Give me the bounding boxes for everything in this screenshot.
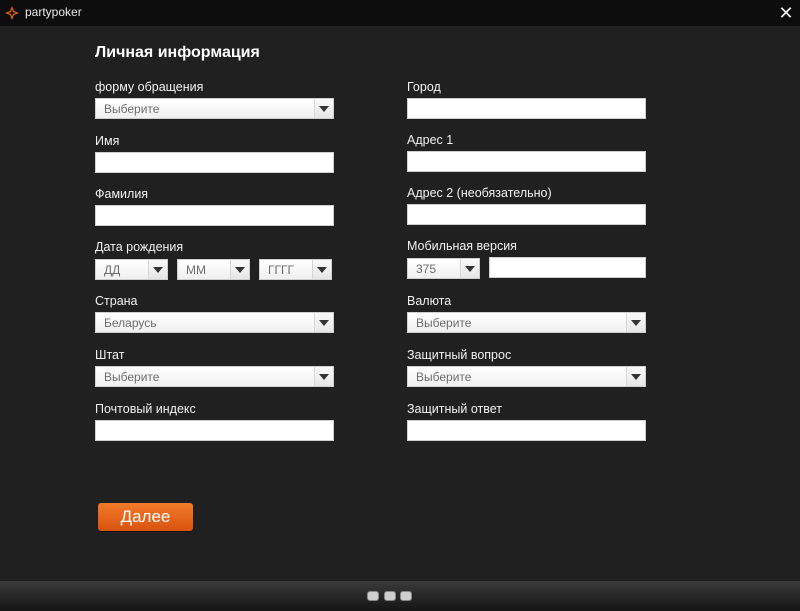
postal-code-label: Почтовый индекс [95, 402, 196, 416]
address1-field[interactable] [407, 151, 646, 172]
salutation-label: форму обращения [95, 80, 204, 94]
page-indicator-2[interactable] [384, 591, 396, 601]
address1-label: Адрес 1 [407, 133, 454, 147]
birth-date-label: Дата рождения [95, 240, 184, 254]
state-value: Выберите [104, 370, 160, 384]
address2-label: Адрес 2 (необязательно) [407, 186, 552, 200]
country-value: Беларусь [104, 316, 157, 330]
country-select[interactable]: Беларусь [95, 312, 334, 333]
security-answer-label: Защитный ответ [407, 402, 503, 416]
chevron-down-icon [148, 260, 167, 279]
birth-day-value: ДД [104, 263, 121, 277]
state-select[interactable]: Выберите [95, 366, 334, 387]
security-question-select[interactable]: Выберите [407, 366, 646, 387]
chevron-down-icon [626, 367, 645, 386]
country-label: Страна [95, 294, 138, 308]
security-question-value: Выберите [416, 370, 472, 384]
currency-select[interactable]: Выберите [407, 312, 646, 333]
birth-month-value: ММ [186, 263, 206, 277]
currency-label: Валюта [407, 294, 452, 308]
birth-month-select[interactable]: ММ [177, 259, 250, 280]
city-label: Город [407, 80, 441, 94]
title-bar: partypoker ✕ [0, 0, 800, 26]
chevron-down-icon [230, 260, 249, 279]
close-icon[interactable]: ✕ [776, 3, 796, 23]
security-answer-field[interactable] [407, 420, 646, 441]
page-indicator-1[interactable] [367, 591, 379, 601]
first-name-label: Имя [95, 134, 120, 148]
page-title: Личная информация [95, 44, 260, 61]
birth-day-select[interactable]: ДД [95, 259, 168, 280]
security-question-label: Защитный вопрос [407, 348, 512, 362]
chevron-down-icon [314, 99, 333, 118]
mobile-code-select[interactable]: 375 [407, 258, 480, 279]
mobile-code-value: 375 [416, 262, 437, 276]
mobile-number-field[interactable] [489, 257, 646, 278]
footer-bar [0, 581, 800, 611]
chevron-down-icon [314, 367, 333, 386]
next-button[interactable]: Далее [98, 503, 193, 531]
address2-field[interactable] [407, 204, 646, 225]
postal-code-field[interactable] [95, 420, 334, 441]
salutation-select[interactable]: Выберите [95, 98, 334, 119]
birth-year-select[interactable]: ГГГГ [259, 259, 332, 280]
last-name-field[interactable] [95, 205, 334, 226]
chevron-down-icon [460, 259, 479, 278]
state-label: Штат [95, 348, 125, 362]
last-name-label: Фамилия [95, 187, 149, 201]
chevron-down-icon [626, 313, 645, 332]
salutation-value: Выберите [104, 102, 160, 116]
chevron-down-icon [312, 260, 331, 279]
currency-value: Выберите [416, 316, 472, 330]
birth-year-value: ГГГГ [268, 263, 294, 277]
partypoker-logo-icon [5, 6, 19, 20]
city-field[interactable] [407, 98, 646, 119]
first-name-field[interactable] [95, 152, 334, 173]
chevron-down-icon [314, 313, 333, 332]
mobile-label: Мобильная версия [407, 239, 517, 253]
page-indicator-3[interactable] [400, 591, 412, 601]
window-title: partypoker [25, 5, 82, 19]
